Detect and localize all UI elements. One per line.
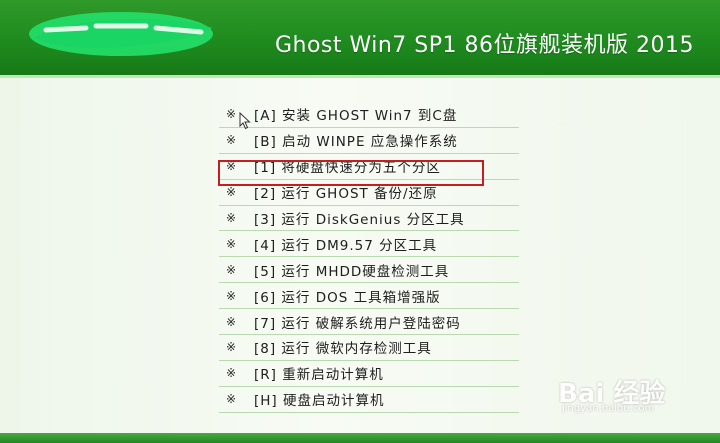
mouse-cursor-icon [239,112,251,130]
bullet-icon: ※ [226,366,238,381]
menu-item-ghost-backup[interactable]: ※ [2] 运行 GHOST 备份/还原 [219,180,519,206]
menu-item-label: [8] 运行 微软内存检测工具 [254,341,432,358]
bullet-icon: ※ [226,236,238,251]
baidu-watermark: Bai 经验 jingyan.baidu.com [552,373,702,417]
menu-item-password-crack[interactable]: ※ [7] 运行 破解系统用户登陆密码 [219,309,519,336]
menu-item-label: [H] 硬盘启动计算机 [254,393,385,410]
menu-item-label: [4] 运行 DM9.57 分区工具 [254,237,438,254]
bullet-icon: ※ [226,340,238,355]
menu-item-hdd-boot[interactable]: ※ [H] 硬盘启动计算机 [219,387,519,413]
menu-item-restart[interactable]: ※ [R] 重新启动计算机 [219,361,519,387]
menu-item-dm957[interactable]: ※ [4] 运行 DM9.57 分区工具 [219,231,519,258]
bullet-icon: ※ [226,262,238,277]
bullet-icon: ※ [226,288,238,303]
bullet-icon: ※ [226,211,238,225]
menu-item-mhdd[interactable]: ※ [5] 运行 MHDD硬盘检测工具 [219,257,519,284]
menu-item-label: [5] 运行 MHDD硬盘检测工具 [254,263,450,280]
menu-item-label: [1] 将硬盘快速分为五个分区 [254,160,441,177]
bullet-icon: ※ [226,133,238,148]
menu-item-label: [B] 启动 WINPE 应急操作系统 [254,134,458,151]
menu-item-label: [7] 运行 破解系统用户登陆密码 [254,315,461,332]
menu-item-label: [R] 重新启动计算机 [254,367,384,384]
menu-item-label: [A] 安装 GHOST Win7 到C盘 [254,108,458,125]
bullet-icon: ※ [226,159,238,174]
header-bar: Ghost Win7 SP1 86位旗舰装机版 2015 [0,0,720,78]
menu-item-diskgenius[interactable]: ※ [3] 运行 DiskGenius 分区工具 [219,206,519,232]
menu-item-dos-toolbox[interactable]: ※ [6] 运行 DOS 工具箱增强版 [219,283,519,310]
menu-item-partition-five[interactable]: ※ [1] 将硬盘快速分为五个分区 [219,154,519,180]
window-title: Ghost Win7 SP1 86位旗舰装机版 2015 [274,33,694,58]
menu-item-label: [6] 运行 DOS 工具箱增强版 [254,289,441,306]
watermark-url: jingyan.baidu.com [562,403,655,414]
bullet-icon: ※ [226,392,238,407]
menu-item-winpe[interactable]: ※ [B] 启动 WINPE 应急操作系统 [219,128,519,154]
menu-item-label: [2] 运行 GHOST 备份/还原 [254,186,438,203]
menu-item-memtest[interactable]: ※ [8] 运行 微软内存检测工具 [219,335,519,361]
menu-panel: ※ [A] 安装 GHOST Win7 到C盘 ※ [B] 启动 WINPE 应… [0,78,720,433]
boot-menu: ※ [A] 安装 GHOST Win7 到C盘 ※ [B] 启动 WINPE 应… [219,102,519,413]
menu-item-install-ghost[interactable]: ※ [A] 安装 GHOST Win7 到C盘 [219,102,519,128]
bullet-icon: ※ [226,185,238,200]
menu-item-label: [3] 运行 DiskGenius 分区工具 [254,212,465,228]
bullet-icon: ※ [226,314,238,329]
logo-icon [29,12,213,56]
footer-stripe [0,433,720,443]
